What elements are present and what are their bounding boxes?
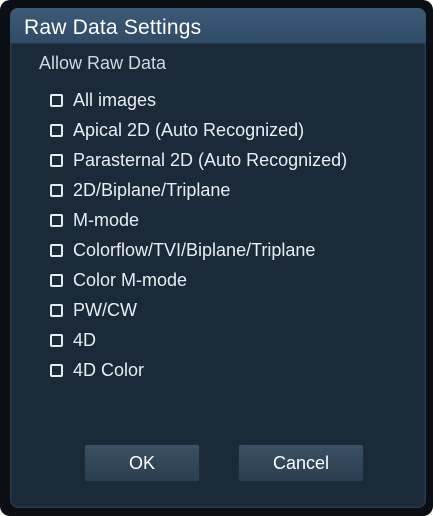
allow-raw-data-label: Allow Raw Data — [39, 53, 167, 73]
option-label: Apical 2D (Auto Recognized) — [73, 119, 305, 140]
option-label: 4D — [73, 329, 97, 350]
checkbox[interactable] — [50, 243, 63, 257]
option-all-images[interactable]: All images — [50, 87, 156, 113]
checkbox[interactable] — [50, 333, 63, 347]
checkbox[interactable] — [50, 183, 63, 197]
option-label: Color M-mode — [73, 269, 188, 290]
checkbox[interactable] — [50, 363, 63, 377]
checkbox[interactable] — [50, 153, 63, 167]
option-label: Colorflow/TVI/Biplane/Triplane — [73, 239, 316, 260]
option-colorflow-tvi-biplane-triplane[interactable]: Colorflow/TVI/Biplane/Triplane — [50, 237, 315, 263]
cancel-button[interactable]: Cancel — [238, 444, 364, 482]
option-4d[interactable]: 4D — [50, 327, 96, 353]
option-pw-cw[interactable]: PW/CW — [50, 297, 137, 323]
option-parasternal-2d-auto-recognized[interactable]: Parasternal 2D (Auto Recognized) — [50, 147, 347, 173]
checkbox[interactable] — [50, 303, 63, 317]
checkbox[interactable] — [50, 273, 63, 287]
option-label: 4D Color — [73, 359, 145, 380]
option-label: Parasternal 2D (Auto Recognized) — [73, 149, 348, 170]
checkbox[interactable] — [50, 93, 63, 107]
option-4d-color[interactable]: 4D Color — [50, 357, 144, 383]
option-label: PW/CW — [73, 299, 137, 320]
option-label: All images — [73, 89, 157, 110]
option-apical-2d-auto-recognized[interactable]: Apical 2D (Auto Recognized) — [50, 117, 304, 143]
ok-button[interactable]: OK — [84, 444, 200, 482]
option-color-m-mode[interactable]: Color M-mode — [50, 267, 187, 293]
checkbox[interactable] — [50, 213, 63, 227]
option-m-mode[interactable]: M-mode — [50, 207, 139, 233]
option-2d-biplane-triplane[interactable]: 2D/Biplane/Triplane — [50, 177, 230, 203]
checkbox[interactable] — [50, 123, 63, 137]
option-label: M-mode — [73, 209, 140, 230]
raw-data-settings-dialog: Raw Data Settings Allow Raw Data All ima… — [0, 0, 433, 516]
option-label: 2D/Biplane/Triplane — [73, 179, 231, 200]
dialog-title: Raw Data Settings — [24, 16, 202, 39]
